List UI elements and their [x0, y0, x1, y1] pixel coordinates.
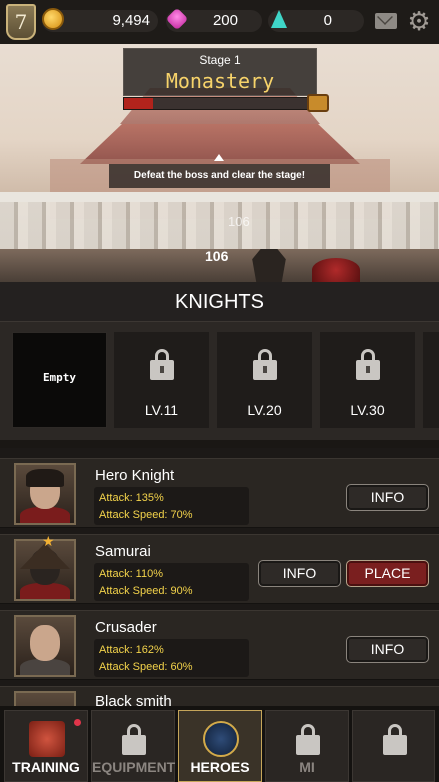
gear-icon[interactable]: ⚙ [406, 8, 432, 34]
portrait-body [20, 583, 70, 599]
knight-slot-locked[interactable]: LV.11 [114, 332, 209, 428]
tab-equipment[interactable]: EQUIPMENT [91, 710, 175, 782]
info-button[interactable]: INFO [346, 636, 429, 663]
training-emblem-icon [29, 721, 65, 757]
lock-icon [150, 349, 174, 380]
tab-locked[interactable] [352, 710, 435, 782]
tab-label: HEROES [190, 759, 250, 775]
notification-dot [74, 719, 81, 726]
hero-name: Hero Knight [95, 467, 175, 484]
boss-sprite [312, 258, 360, 282]
star-icon: ★ [42, 533, 55, 549]
attack-speed-stat: Attack Speed: 60% [99, 661, 193, 673]
lock-icon [122, 724, 146, 755]
hero-name: Samurai [95, 543, 151, 560]
tab-missions[interactable]: MI [265, 710, 349, 782]
slot-unlock-level: LV.11 [144, 402, 179, 418]
battle-scene[interactable]: Stage 1 Monastery Defeat the boss and cl… [0, 44, 439, 282]
stage-hint: Defeat the boss and clear the stage! [109, 164, 330, 188]
damage-number: 106 [228, 214, 250, 229]
blacksmith-portrait [14, 691, 76, 706]
knight-slot-locked[interactable]: LV.20 [217, 332, 312, 428]
treasure-chest-icon[interactable] [307, 94, 329, 112]
hero-row-samurai[interactable]: ★ Samurai Attack: 110% Attack Speed: 90%… [0, 533, 439, 604]
hero-knight-portrait [14, 463, 76, 525]
bottom-nav: TRAINING EQUIPMENT HEROES MI [0, 706, 439, 782]
portrait-body [20, 659, 70, 675]
tab-label: TRAINING [12, 759, 80, 775]
knights-title: KNIGHTS [0, 282, 439, 322]
crystal-amount: 0 [323, 12, 332, 29]
hint-arrow-icon [214, 154, 224, 161]
attack-stat: Attack: 135% [99, 492, 164, 504]
heroes-emblem-icon [203, 721, 239, 757]
info-button[interactable]: INFO [258, 560, 341, 587]
slot-unlock-level: LV.30 [350, 402, 385, 418]
boss-progress-bar [123, 97, 309, 110]
slot-unlock-level: LV.20 [247, 402, 282, 418]
lock-icon [296, 724, 320, 755]
boss-progress-fill [124, 98, 154, 109]
mail-icon[interactable] [375, 13, 397, 29]
damage-number: 106 [205, 248, 229, 264]
tab-label: MI [299, 759, 315, 775]
attack-speed-stat: Attack Speed: 70% [99, 509, 193, 521]
knight-slot-partial[interactable] [423, 332, 439, 428]
attack-stat: Attack: 162% [99, 644, 164, 656]
portrait-hair [26, 469, 64, 487]
stage-label: Stage 1 [199, 53, 241, 67]
lock-icon [253, 349, 277, 380]
lock-icon [383, 724, 407, 755]
player-level-badge[interactable]: 7 [6, 4, 36, 40]
place-button[interactable]: PLACE [346, 560, 429, 587]
gem-amount: 200 [212, 12, 238, 29]
info-button[interactable]: INFO [346, 484, 429, 511]
crusader-portrait [14, 615, 76, 677]
hero-stats: Attack: 135% Attack Speed: 70% [94, 487, 249, 525]
knight-slot-locked[interactable]: LV.30 [320, 332, 415, 428]
attack-speed-stat: Attack Speed: 90% [99, 585, 193, 597]
hero-row-hero-knight[interactable]: Hero Knight Attack: 135% Attack Speed: 7… [0, 458, 439, 528]
knight-slot-empty[interactable]: Empty [12, 332, 107, 428]
stage-name: Monastery [165, 69, 275, 93]
attack-stat: Attack: 110% [99, 568, 163, 580]
hero-name: Black smith [95, 693, 172, 706]
tab-label: EQUIPMENT [92, 759, 176, 775]
hero-row-crusader[interactable]: Crusader Attack: 162% Attack Speed: 60% … [0, 610, 439, 680]
slot-label: Empty [42, 371, 77, 384]
portrait-body [20, 507, 70, 523]
balustrade-rail [0, 192, 439, 202]
hero-name: Crusader [95, 619, 157, 636]
tab-training[interactable]: TRAINING [4, 710, 88, 782]
hero-list[interactable]: Hero Knight Attack: 135% Attack Speed: 7… [0, 448, 439, 706]
gold-amount: 9,494 [112, 12, 150, 29]
portrait-face [30, 625, 60, 661]
top-bar: 7 9,494 200 0 ⚙ [0, 0, 439, 44]
hero-stats: Attack: 110% Attack Speed: 90% [94, 563, 249, 601]
hero-stats: Attack: 162% Attack Speed: 60% [94, 639, 249, 677]
tab-heroes[interactable]: HEROES [178, 710, 262, 782]
hero-row-blacksmith[interactable]: Black smith [0, 686, 439, 706]
crystal-icon [271, 10, 287, 28]
knight-slots: Empty LV.11 LV.20 LV.30 [0, 322, 439, 440]
lock-icon [356, 349, 380, 380]
coin-icon [42, 8, 64, 30]
stage-info-box: Stage 1 Monastery [123, 48, 317, 96]
